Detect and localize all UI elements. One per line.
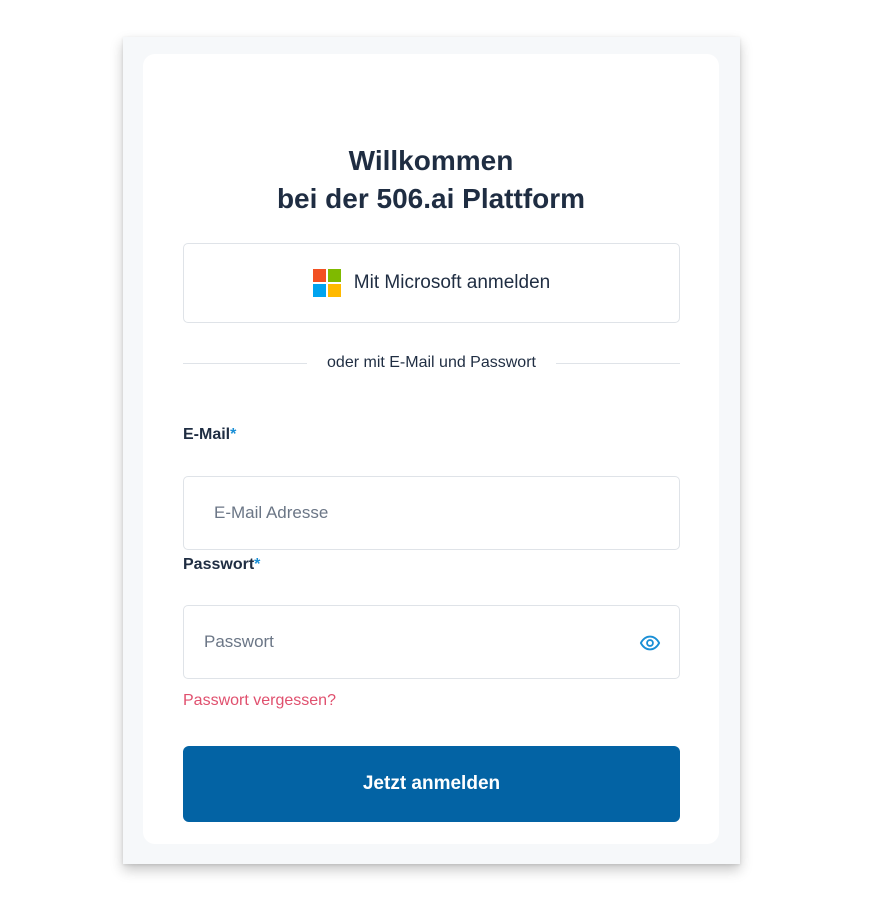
microsoft-logo-icon (312, 268, 342, 298)
forgot-password-link[interactable]: Passwort vergessen? (183, 692, 336, 710)
password-required-marker: * (254, 556, 261, 573)
password-input[interactable] (204, 606, 624, 678)
email-input[interactable] (214, 477, 654, 549)
email-label: E-Mail* (183, 426, 236, 444)
eye-icon[interactable] (639, 632, 661, 654)
title-line-1: Willkommen (348, 145, 514, 176)
login-card-frame: Willkommen bei der 506.ai Plattform Mit … (123, 37, 740, 864)
microsoft-login-button[interactable]: Mit Microsoft anmelden (183, 243, 680, 323)
divider-text: oder mit E-Mail und Passwort (327, 354, 536, 371)
login-card: Willkommen bei der 506.ai Plattform Mit … (143, 54, 719, 844)
email-field-box (183, 476, 680, 550)
login-submit-button[interactable]: Jetzt anmelden (183, 746, 680, 822)
divider-line-right (555, 362, 680, 364)
password-label: Passwort* (183, 556, 260, 574)
password-label-text: Passwort (183, 556, 255, 573)
page-title: Willkommen bei der 506.ai Plattform (143, 142, 719, 218)
email-required-marker: * (230, 426, 237, 443)
microsoft-login-label: Mit Microsoft anmelden (353, 272, 551, 293)
login-divider: oder mit E-Mail und Passwort (183, 352, 680, 374)
title-line-2: bei der 506.ai Plattform (276, 183, 586, 214)
email-label-text: E-Mail (183, 426, 231, 443)
divider-line-left (183, 362, 308, 364)
password-field-box (183, 605, 680, 679)
